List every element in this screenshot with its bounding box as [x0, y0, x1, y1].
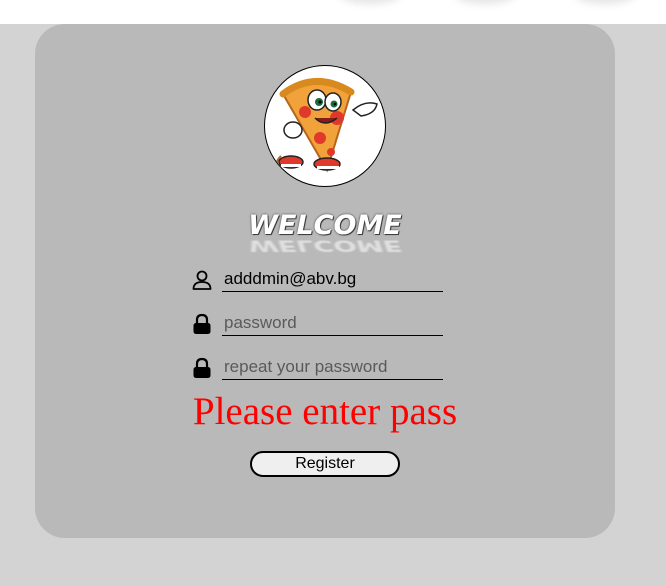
top-bar-shadow	[575, 0, 635, 4]
lock-icon	[193, 313, 211, 334]
password-row	[191, 310, 445, 340]
repeat-password-field[interactable]	[222, 354, 443, 380]
top-bar-shadow	[340, 0, 400, 4]
lock-icon	[193, 357, 211, 378]
pizza-mascot-image	[275, 78, 378, 173]
password-field[interactable]	[222, 310, 443, 336]
email-row	[191, 266, 445, 296]
top-bar-shadow	[455, 0, 515, 4]
email-field[interactable]	[222, 266, 443, 292]
pizza-mascot-logo	[264, 65, 386, 187]
repeat-password-row	[191, 354, 445, 384]
welcome-title-reflection: WELCOME	[248, 236, 402, 255]
top-bar	[0, 0, 666, 24]
user-icon	[192, 270, 212, 290]
error-message: Please enter pass	[192, 390, 458, 433]
register-card: WELCOME WELCOME Please enter pass Regist…	[35, 24, 615, 538]
register-button[interactable]: Register	[250, 451, 400, 477]
